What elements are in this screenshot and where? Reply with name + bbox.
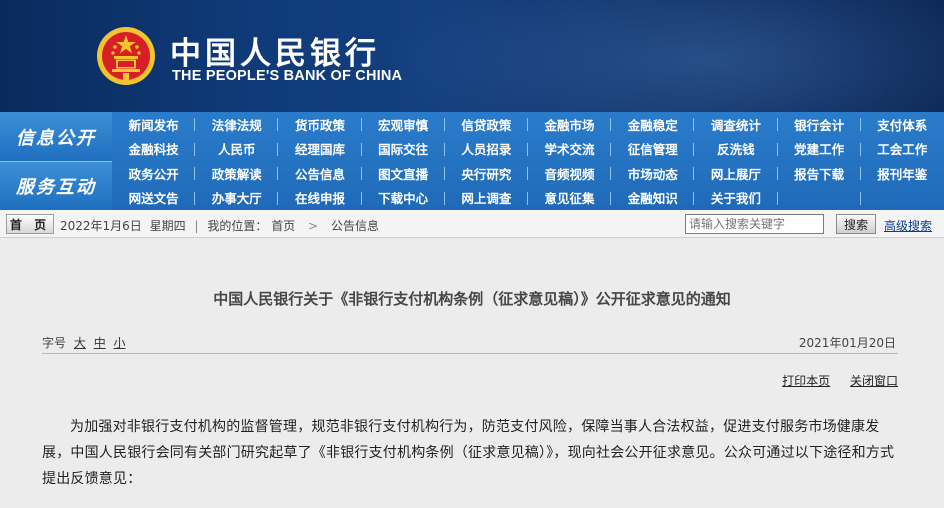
article-title: 中国人民银行关于《非银行支付机构条例（征求意见稿）》公开征求意见的通知 (213, 290, 731, 308)
advanced-search-link[interactable]: 高级搜索 (884, 217, 932, 234)
font-size-control: 字号 大 中 小 (42, 334, 126, 351)
nav-item[interactable]: 金融知识 (611, 186, 695, 211)
nav-row-3: 政务公开 政策解读 公告信息 图文直播 央行研究 音频视频 市场动态 网上展厅 … (112, 161, 944, 186)
nav-item[interactable]: 报告下载 (778, 161, 861, 186)
nav-item[interactable]: 央行研究 (445, 161, 529, 186)
nav-item[interactable]: 经理国库 (278, 137, 362, 162)
font-size-small[interactable]: 小 (114, 336, 126, 350)
nav-item[interactable]: 政策解读 (195, 161, 279, 186)
site-title-cn: 中国人民银行 (170, 36, 380, 72)
article-meta: 字号 大 中 小 2021年01月20日 (42, 330, 898, 354)
nav-item[interactable]: 市场动态 (611, 161, 695, 186)
nav-item[interactable]: 金融科技 (112, 137, 196, 162)
breadcrumb-home-link[interactable]: 首页 (271, 219, 295, 233)
article-tools: 打印本页 关闭窗口 (766, 372, 898, 389)
nav-item[interactable]: 意见征集 (528, 186, 612, 211)
nav-item[interactable]: 网上调查 (445, 186, 529, 211)
nav-row-1: 新闻发布 法律法规 货币政策 宏观审慎 信贷政策 金融市场 金融稳定 调查统计 … (112, 112, 944, 137)
publish-date: 2021年01月20日 (798, 336, 896, 350)
breadcrumb-current[interactable]: 公告信息 (331, 219, 379, 233)
nav-item[interactable]: 关于我们 (694, 186, 778, 211)
nav-item[interactable]: 反洗钱 (694, 137, 778, 162)
nav-row-2: 金融科技 人民币 经理国库 国际交往 人员招录 学术交流 征信管理 反洗钱 党建… (112, 137, 944, 162)
nav-item[interactable]: 报刊年鉴 (861, 161, 944, 186)
nav-section-info-public[interactable]: 信息公开 (0, 112, 112, 161)
font-size-large[interactable]: 大 (74, 336, 86, 350)
breadcrumb-divider: | (194, 219, 199, 233)
nav-item[interactable]: 图文直播 (362, 161, 445, 186)
font-size-label: 字号 (42, 336, 67, 350)
nav-item-empty (778, 186, 861, 211)
nav-item[interactable]: 人民币 (195, 137, 279, 162)
nav-item[interactable]: 办事大厅 (195, 186, 279, 211)
nav-item[interactable]: 金融稳定 (611, 112, 695, 137)
nav-item[interactable]: 国际交往 (362, 137, 445, 162)
close-window-link[interactable]: 关闭窗口 (850, 374, 898, 388)
nav-item[interactable]: 网上展厅 (694, 161, 778, 186)
nav-item[interactable]: 宏观审慎 (362, 112, 445, 137)
header-sheen (360, 0, 944, 112)
current-date: 2022年1月6日 (60, 219, 142, 233)
nav-item[interactable]: 支付体系 (861, 112, 944, 137)
article-body: 为加强对非银行支付机构的监督管理，规范非银行支付机构行为，防范支付风险，保障当事… (42, 419, 895, 487)
nav-item[interactable]: 公告信息 (278, 161, 362, 186)
nav-row-4: 网送文告 办事大厅 在线申报 下载中心 网上调查 意见征集 金融知识 关于我们 (112, 186, 944, 211)
national-emblem-icon (97, 27, 155, 85)
nav-item[interactable]: 音频视频 (528, 161, 612, 186)
nav-item[interactable]: 人员招录 (445, 137, 529, 162)
nav-item[interactable]: 网送文告 (112, 186, 196, 211)
nav-item-empty (861, 186, 944, 211)
search-button[interactable]: 搜索 (836, 214, 876, 234)
main-nav: 信息公开 服务互动 新闻发布 法律法规 货币政策 宏观审慎 信贷政策 金融市场 … (0, 112, 944, 210)
nav-item[interactable]: 调查统计 (694, 112, 778, 137)
home-button[interactable]: 首 页 (6, 214, 54, 234)
nav-item[interactable]: 在线申报 (278, 186, 362, 211)
nav-item[interactable]: 货币政策 (278, 112, 362, 137)
nav-item[interactable]: 政务公开 (112, 161, 196, 186)
site-title-en: THE PEOPLE'S BANK OF CHINA (172, 68, 403, 84)
nav-section-service-interaction[interactable]: 服务互动 (0, 161, 112, 210)
nav-item[interactable]: 工会工作 (861, 137, 944, 162)
nav-item[interactable]: 法律法规 (195, 112, 279, 137)
nav-item[interactable]: 党建工作 (778, 137, 861, 162)
location-label: 我的位置： (207, 219, 268, 233)
breadcrumb-bar: 首 页 2022年1月6日 星期四 | 我的位置： 首页 > 公告信息 搜索 高… (0, 210, 944, 238)
site-header: 中国人民银行 THE PEOPLE'S BANK OF CHINA (0, 0, 944, 112)
article-content: 中国人民银行关于《非银行支付机构条例（征求意见稿）》公开征求意见的通知 字号 大… (0, 238, 944, 487)
breadcrumb: 2022年1月6日 星期四 | 我的位置： 首页 > 公告信息 (60, 217, 379, 234)
chevron-right-icon: > (308, 219, 319, 233)
nav-item[interactable]: 下载中心 (362, 186, 445, 211)
nav-item[interactable]: 学术交流 (528, 137, 612, 162)
nav-item[interactable]: 新闻发布 (112, 112, 196, 137)
nav-grid: 新闻发布 法律法规 货币政策 宏观审慎 信贷政策 金融市场 金融稳定 调查统计 … (112, 112, 944, 210)
nav-item[interactable]: 银行会计 (778, 112, 861, 137)
nav-item[interactable]: 金融市场 (528, 112, 612, 137)
search-input[interactable] (685, 214, 824, 234)
current-weekday: 星期四 (149, 219, 186, 233)
nav-item[interactable]: 信贷政策 (445, 112, 529, 137)
print-link[interactable]: 打印本页 (782, 374, 830, 388)
nav-item[interactable]: 征信管理 (611, 137, 695, 162)
font-size-medium[interactable]: 中 (94, 336, 106, 350)
